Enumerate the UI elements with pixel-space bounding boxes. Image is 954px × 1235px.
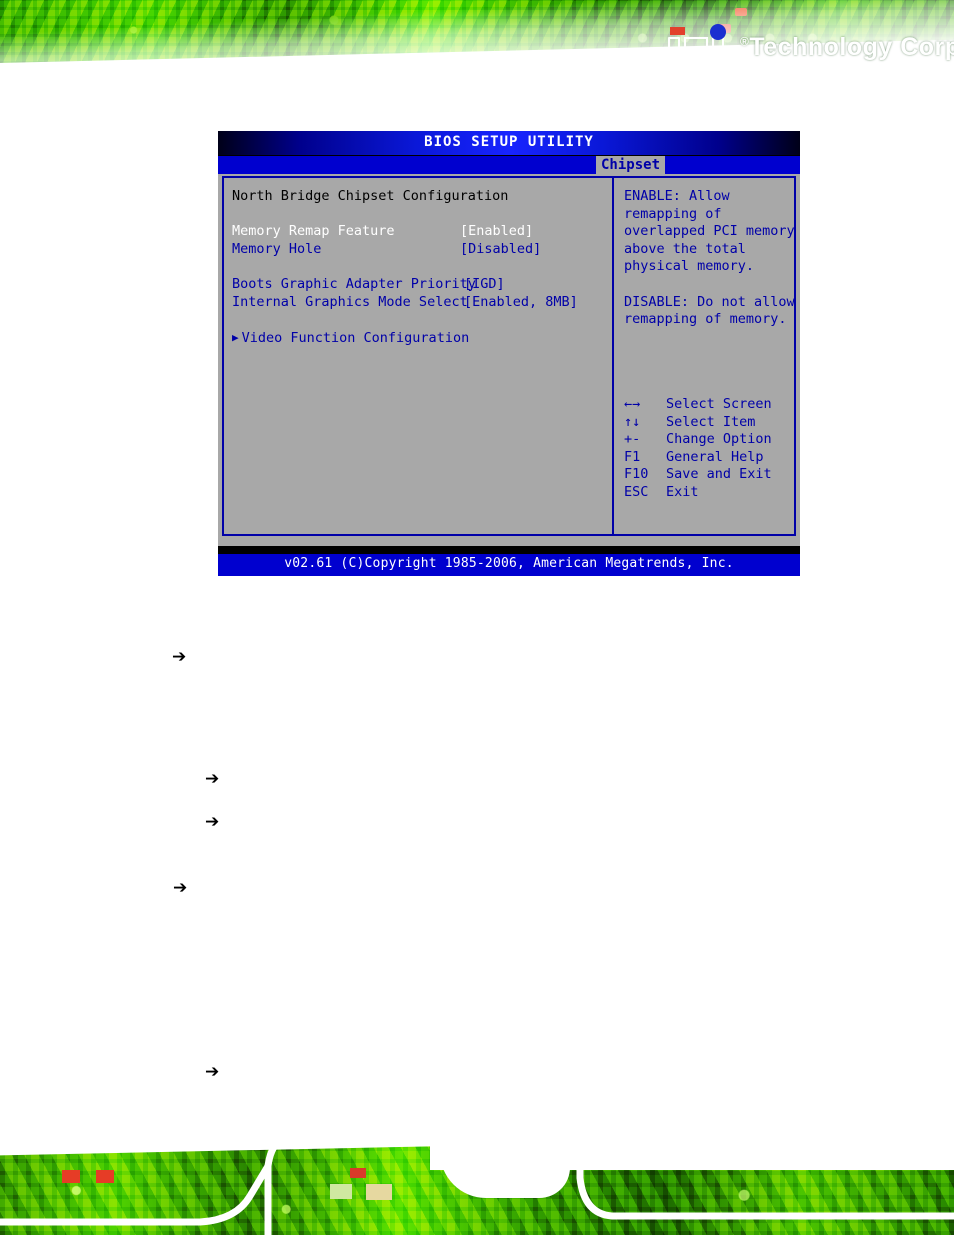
setting-label: Boots Graphic Adapter Priority: [232, 275, 476, 292]
iei-logo: ®Technology Corp.: [668, 24, 954, 79]
nav-row-general-help: F1 General Help: [624, 449, 794, 467]
page-header: ®Technology Corp.: [0, 0, 954, 110]
help-spacer-line: .: [624, 276, 794, 294]
page-footer: [0, 1118, 954, 1235]
spacer-line-3: .: [232, 311, 612, 329]
arrow-bullet-icon: ➔: [205, 812, 220, 832]
nav-key-icon: F10: [624, 466, 649, 483]
nav-key-icon: ↑↓: [624, 413, 641, 430]
bios-settings-panel: North Bridge Chipset Configuration . Mem…: [224, 178, 614, 534]
bios-setup-utility-screenshot: BIOS SETUP UTILITY Chipset North Bridge …: [218, 131, 800, 576]
setting-label: Memory Hole: [232, 240, 322, 257]
nav-key-icon: ←→: [624, 396, 641, 412]
nav-action: Select Item: [666, 413, 756, 430]
bios-panels: North Bridge Chipset Configuration . Mem…: [222, 176, 796, 536]
bios-navigation-legend: ←→ Select Screen ↑↓ Select Item +- Change O…: [624, 396, 794, 502]
setting-label: Memory Remap Feature: [232, 223, 395, 240]
nav-action: Exit: [666, 483, 699, 500]
nav-key-icon: +-: [624, 431, 641, 448]
arrow-bullet-icon: ➔: [173, 878, 188, 898]
arrow-bullet-icon: ➔: [205, 1062, 220, 1082]
logo-letter-i-1: [668, 37, 680, 71]
logo-blue-dot-icon: [710, 24, 726, 40]
submenu-triangle-icon: ▶: [232, 330, 239, 344]
bios-copyright: v02.61 (C)Copyright 1985-2006, American …: [284, 556, 734, 571]
setting-value[interactable]: [Disabled]: [460, 241, 541, 257]
help-line: DISABLE: Do not allow: [624, 293, 795, 310]
nav-row-select-screen: ←→ Select Screen: [624, 396, 794, 414]
setting-row-internal-graphics-mode-select[interactable]: Internal Graphics Mode Select[Enabled, 8…: [232, 294, 612, 312]
logo-wordmark: ®Technology Corp.: [740, 33, 954, 62]
setting-row-memory-hole[interactable]: Memory Hole [Disabled]: [232, 241, 612, 259]
arrow-bullet-icon: ➔: [205, 769, 220, 789]
bios-tab-bar: Chipset: [218, 156, 800, 174]
nav-key-icon: ESC: [624, 483, 649, 500]
bios-footer-bar: v02.61 (C)Copyright 1985-2006, American …: [218, 554, 800, 576]
setting-value[interactable]: [Enabled, 8MB]: [464, 294, 578, 310]
nav-action: General Help: [666, 448, 764, 465]
nav-action: Select Screen: [666, 396, 772, 412]
nav-action: Save and Exit: [666, 466, 772, 483]
help-line: remapping of: [624, 205, 722, 222]
arrow-bullet-icon: ➔: [172, 647, 187, 667]
bios-body: North Bridge Chipset Configuration . Mem…: [218, 174, 800, 546]
section-heading: North Bridge Chipset Configuration: [232, 188, 509, 204]
setting-row-boots-graphic-adapter-priority[interactable]: Boots Graphic Adapter Priority[IGD]: [232, 276, 612, 294]
help-line: overlapped PCI memory: [624, 223, 795, 240]
setting-row-memory-remap-feature[interactable]: Memory Remap Feature [Enabled]: [232, 223, 612, 241]
spacer-line-2: .: [232, 258, 612, 276]
setting-label: Internal Graphics Mode Select: [232, 293, 468, 310]
help-line: above the total: [624, 240, 746, 257]
setting-value[interactable]: [Enabled]: [460, 223, 533, 239]
bios-title: BIOS SETUP UTILITY: [424, 134, 594, 150]
bios-help-panel: ENABLE: Allow remapping of overlapped PC…: [616, 178, 795, 534]
help-line: remapping of memory.: [624, 311, 787, 328]
nav-row-select-item: ↑↓ Select Item: [624, 414, 794, 432]
nav-row-change-option: +- Change Option: [624, 431, 794, 449]
logo-letter-e: [684, 37, 722, 71]
tab-chipset[interactable]: Chipset: [596, 156, 666, 174]
nav-row-exit: ESC Exit: [624, 484, 794, 502]
help-line: ENABLE: Allow: [624, 188, 730, 204]
logo-letter-i-2: [712, 37, 724, 71]
iei-logo-mark-icon: [668, 24, 732, 71]
submenu-label: Video Function Configuration: [241, 329, 470, 346]
nav-action: Change Option: [666, 431, 772, 448]
setting-value[interactable]: [IGD]: [464, 276, 505, 292]
bios-title-bar: BIOS SETUP UTILITY: [218, 131, 800, 156]
spacer-line-1: .: [232, 206, 612, 224]
registered-trademark-icon: ®: [740, 34, 750, 49]
submenu-row-video-function-configuration[interactable]: ▶ Video Function Configuration: [232, 329, 612, 348]
logo-company-name: Technology Corp: [749, 33, 954, 61]
help-line: physical memory.: [624, 258, 755, 275]
nav-key-icon: F1: [624, 448, 641, 465]
logo-red-accent-icon: [670, 27, 685, 35]
footer-swoosh-curve-decor: [0, 1128, 954, 1235]
nav-row-save-and-exit: F10 Save and Exit: [624, 466, 794, 484]
